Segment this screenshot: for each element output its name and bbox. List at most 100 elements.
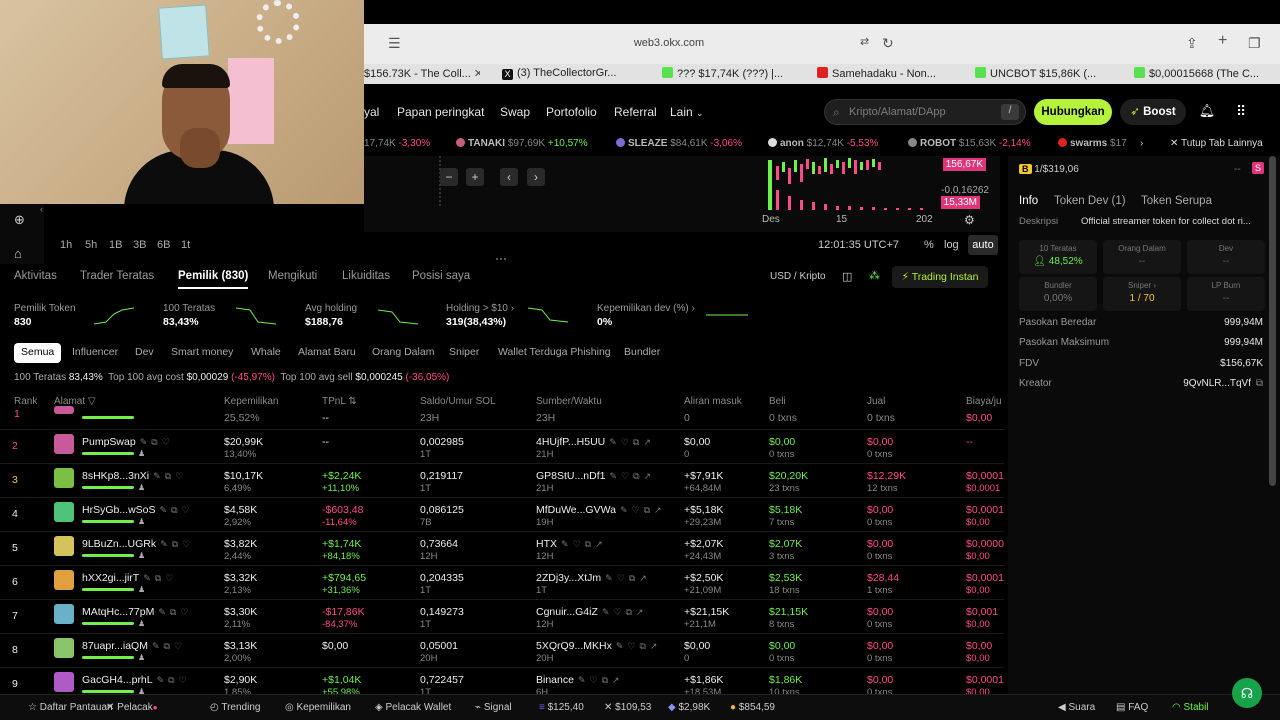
instant-trade-button[interactable]: ⚡︎ Trading Instan [892, 266, 988, 288]
address-cell[interactable]: 8sHKp8...3nXi ✎ ⧉ ♡ [82, 470, 183, 482]
footer-signal[interactable]: ⌁ Signal [475, 702, 512, 713]
table-row[interactable]: 4 HrSyGb...wSoS ✎ ⧉ ♡ ♟ $4,58K 2,92% -$603,48 -11… [0, 498, 1004, 532]
ticker-item[interactable]: swarms $17 [1058, 138, 1127, 149]
edit-icon[interactable]: ✎ [605, 573, 613, 583]
cluster-icon[interactable]: ⁂ [869, 269, 880, 282]
boost-button[interactable]: ➶ Boost [1120, 99, 1186, 125]
timeframe-1t[interactable]: 1t [181, 239, 190, 251]
heart-icon[interactable]: ♡ [174, 641, 182, 651]
heart-icon[interactable]: ♡ [613, 607, 621, 617]
edit-icon[interactable]: ✎ [609, 471, 617, 481]
copy-icon[interactable]: ⧉ [633, 471, 639, 481]
zoom-out-button[interactable]: − [440, 168, 458, 186]
header-tpnl[interactable]: TPnL ⇅ [322, 396, 357, 407]
nav-item-swap[interactable]: Swap [500, 105, 530, 119]
heart-icon[interactable]: ♡ [573, 539, 581, 549]
support-chat-button[interactable]: ☊ [1232, 678, 1262, 708]
copy-icon[interactable]: ⧉ [629, 573, 635, 583]
timeframe-1b[interactable]: 1B [109, 239, 122, 251]
heart-icon[interactable]: ♡ [182, 539, 190, 549]
reload-icon[interactable]: ↻ [882, 35, 894, 52]
tab-token-dev[interactable]: Token Dev (1) [1054, 195, 1126, 207]
ticker-item[interactable]: TANAKI $97,69K +10,57% [456, 138, 588, 149]
nav-item-referral[interactable]: Referral [614, 105, 657, 119]
external-link-icon[interactable]: ↗ [643, 437, 651, 447]
address-cell[interactable]: 87uapr...iaQM ✎ ⧉ ♡ [82, 640, 182, 652]
table-row[interactable]: 5 9LBuZn...UGRk ✎ ⧉ ♡ ♟ $3,82K 2,44% +$1,74K +84,… [0, 532, 1004, 566]
footer-tracker[interactable]: ✕ Pelacak● [106, 702, 158, 713]
avatar[interactable] [54, 536, 74, 556]
zoom-tool-icon[interactable]: ⊕ [14, 212, 25, 228]
copy-icon[interactable]: ⧉ [168, 675, 174, 685]
edit-icon[interactable]: ✎ [153, 471, 161, 481]
filter-bundler[interactable]: Bundler [624, 343, 660, 363]
edit-icon[interactable]: ✎ [578, 675, 586, 685]
external-link-icon[interactable]: ↗ [650, 641, 658, 651]
edit-icon[interactable]: ✎ [609, 437, 617, 447]
footer-trending[interactable]: ◴ Trending [210, 702, 260, 713]
filter-dev[interactable]: Dev [135, 343, 154, 363]
browser-tab[interactable]: ??? $17,74K (???) |... [662, 67, 782, 80]
table-row[interactable]: 6 hXX2gi...jirT ✎ ⧉ ♡ ♟ $3,32K 2,13% +$794,65 +31… [0, 566, 1004, 600]
edit-icon[interactable]: ✎ [152, 641, 160, 651]
source-cell[interactable]: HTX ✎ ♡ ⧉ ↗ 12H [536, 538, 603, 562]
right-scrollbar[interactable] [1269, 156, 1276, 656]
heart-icon[interactable]: ♡ [179, 675, 187, 685]
table-row[interactable]: 1 25,52% -- 23H 23H 0 0 txns 0 txns $0,0… [0, 406, 1004, 430]
tab-following[interactable]: Mengikuti [268, 270, 317, 282]
edit-icon[interactable]: ✎ [143, 573, 151, 583]
share-icon[interactable]: ⇪ [1186, 35, 1198, 52]
copy-icon[interactable]: ⧉ [625, 607, 631, 617]
copy-icon[interactable]: ⧉ [170, 607, 176, 617]
nav-item-more[interactable]: Lain ⌄ [670, 105, 704, 119]
edit-icon[interactable]: ✎ [160, 505, 168, 515]
close-icon[interactable]: ✕ [474, 68, 480, 80]
edit-icon[interactable]: ✎ [616, 641, 624, 651]
header-balance[interactable]: Saldo/Umur SOL [420, 396, 496, 407]
stat-sniper[interactable]: Sniper › 1 / 70 [1103, 277, 1181, 311]
ticker-item[interactable]: anon $12,74K -5,53% [768, 138, 878, 149]
address-cell[interactable]: 9LBuZn...UGRk ✎ ⧉ ♡ [82, 538, 190, 550]
tab-activity[interactable]: Aktivitas [14, 270, 57, 282]
layout-icon[interactable]: ◫ [842, 270, 852, 283]
copy-icon[interactable]: ⧉ [172, 539, 178, 549]
table-row[interactable]: 2 PumpSwap ✎ ⧉ ♡ ♟ $20,99K 13,40% -- 0,002985 1T 4H… [0, 430, 1004, 464]
timeframe-1h[interactable]: 1h [60, 239, 72, 251]
resize-handle[interactable] [496, 258, 506, 262]
filter-insider[interactable]: Orang Dalam [372, 343, 434, 363]
browser-tab[interactable]: $0,00015668 (The C... [1134, 67, 1268, 80]
edit-icon[interactable]: ✎ [140, 437, 148, 447]
header-holding[interactable]: Kepemilikan [224, 396, 278, 407]
address-cell[interactable]: HrSyGb...wSoS ✎ ⧉ ♡ [82, 504, 190, 516]
source-cell[interactable]: 4HUjfP...H5UU ✎ ♡ ⧉ ↗ 21H [536, 436, 651, 460]
scrollbar-thumb[interactable] [1269, 156, 1276, 486]
timeframe-5h[interactable]: 5h [85, 239, 97, 251]
footer-faq[interactable]: ▤ FAQ [1116, 702, 1148, 713]
tab-my-position[interactable]: Posisi saya [412, 270, 470, 282]
external-link-icon[interactable]: ↗ [636, 607, 644, 617]
scroll-left-button[interactable]: ‹ [500, 168, 518, 186]
copy-icon[interactable]: ⧉ [633, 437, 639, 447]
header-buy[interactable]: Beli [769, 396, 786, 407]
timeframe-3b[interactable]: 3B [133, 239, 146, 251]
edit-icon[interactable]: ✎ [561, 539, 569, 549]
tab-info[interactable]: Info [1019, 195, 1038, 207]
avatar[interactable] [54, 570, 74, 590]
source-cell[interactable]: 5XQrQ9...MKHx ✎ ♡ ⧉ ↗ 20H [536, 640, 657, 664]
heart-icon[interactable]: ♡ [617, 573, 625, 583]
browser-tab[interactable]: $156.73K - The Coll... ✕ [364, 67, 480, 80]
edit-icon[interactable]: ✎ [160, 539, 168, 549]
ticker-item[interactable]: SLEAZE $84,61K -3,06% [616, 138, 742, 149]
address-cell[interactable]: MAtqHc...77pM ✎ ⧉ ♡ [82, 606, 188, 618]
copy-icon[interactable]: ⧉ [639, 641, 645, 651]
source-cell[interactable]: 2ZDj3y...XtJm ✎ ♡ ⧉ ↗ 1T [536, 572, 647, 596]
new-tab-icon[interactable]: + [1218, 32, 1227, 50]
avatar[interactable] [54, 434, 74, 454]
filter-sniper[interactable]: Sniper [449, 343, 479, 363]
heart-icon[interactable]: ♡ [182, 505, 190, 515]
heart-icon[interactable]: ♡ [162, 437, 170, 447]
avatar[interactable] [54, 502, 74, 522]
edit-icon[interactable]: ✎ [602, 607, 610, 617]
filter-whale[interactable]: Whale [251, 343, 281, 363]
external-link-icon[interactable]: ↗ [639, 573, 647, 583]
